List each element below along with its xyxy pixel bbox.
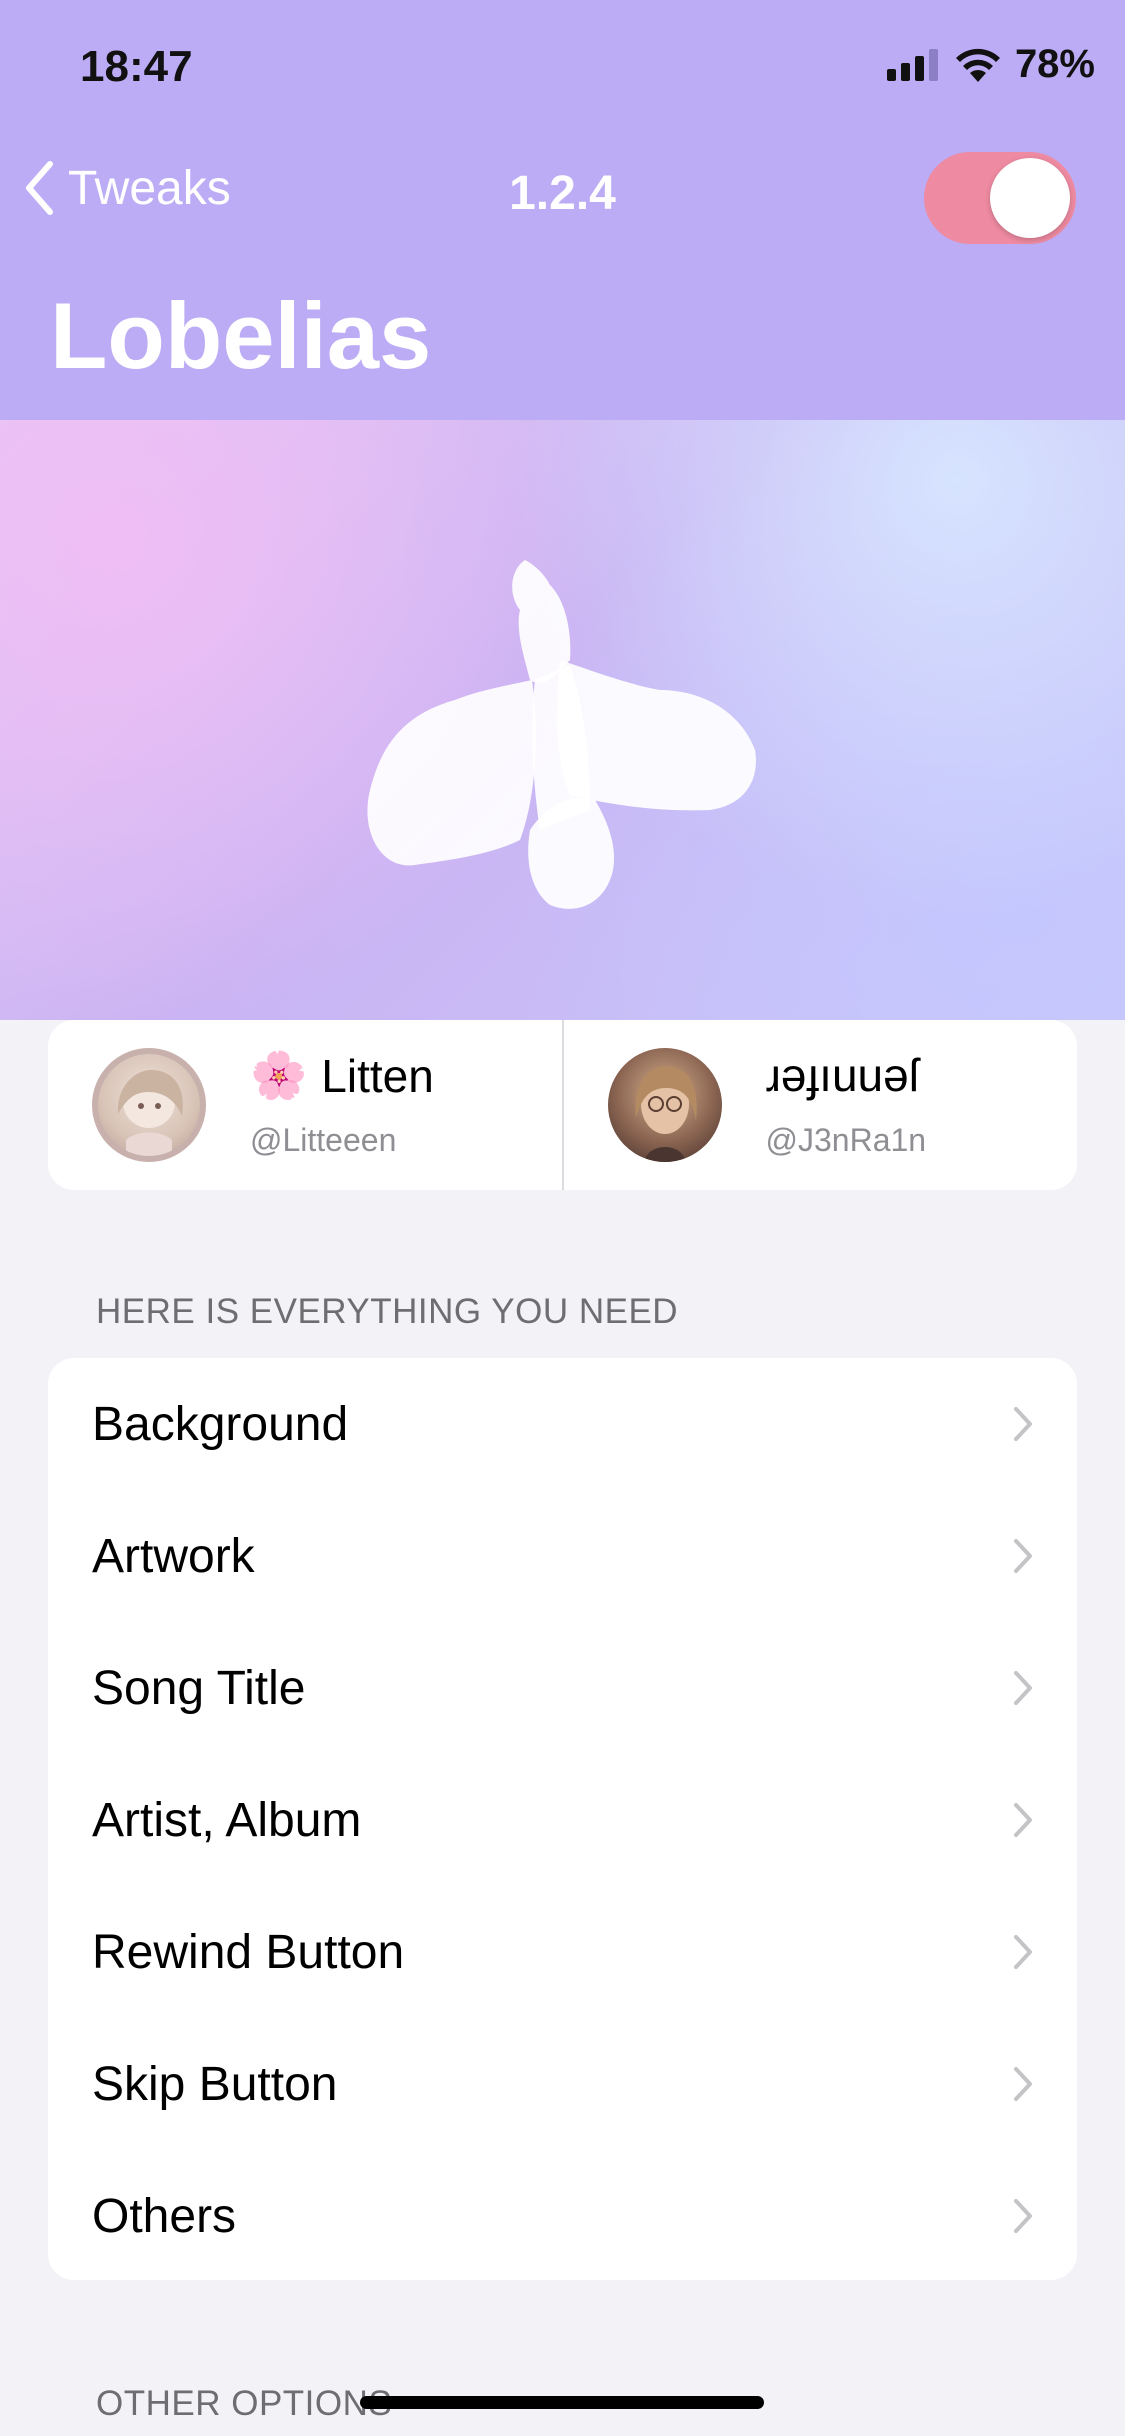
credit-name-text: Litten: [321, 1049, 434, 1102]
home-indicator: [360, 2396, 764, 2409]
header: 18:47 78% Tweaks 1.2.4 Lobelias: [0, 0, 1125, 420]
page-title: Lobelias: [50, 283, 432, 388]
chevron-right-icon: [1014, 2199, 1032, 2233]
row-artist-album[interactable]: Artist, Album: [48, 1754, 1077, 1886]
row-background[interactable]: Background: [48, 1358, 1077, 1490]
row-others[interactable]: Others: [48, 2150, 1077, 2282]
wifi-icon: [955, 48, 1000, 82]
avatar: [607, 1048, 722, 1162]
row-skip-button[interactable]: Skip Button: [48, 2018, 1077, 2150]
status-time: 18:47: [80, 42, 193, 91]
row-label: Artwork: [92, 1529, 255, 1583]
avatar-photo: [634, 1066, 697, 1162]
row-artwork[interactable]: Artwork: [48, 1490, 1077, 1622]
row-label: Background: [92, 1397, 349, 1451]
chevron-right-icon: [1014, 1539, 1032, 1573]
credit-handle: @J3nRa1n: [765, 1122, 927, 1158]
credit-handle: @Litteeen: [250, 1122, 397, 1158]
section-header-other: OTHER OPTIONS: [96, 2384, 393, 2423]
row-label: Song Title: [92, 1661, 306, 1715]
lobelia-flower-icon: [367, 560, 756, 909]
row-rewind-button[interactable]: Rewind Button: [48, 1886, 1077, 2018]
avatar: [92, 1048, 206, 1162]
credit-name: ɹǝɟıuuǝſ: [766, 1048, 919, 1102]
chevron-right-icon: [1014, 1671, 1032, 1705]
credit-name-text: ɹǝɟıuuǝſ: [765, 1049, 919, 1101]
status-icons: 78%: [886, 42, 1095, 87]
banner: [0, 420, 1125, 1020]
toggle-knob: [990, 158, 1070, 238]
avatar-illustration: [117, 1069, 183, 1156]
row-label: Others: [92, 2189, 237, 2243]
chevron-right-icon: [1014, 1803, 1032, 1837]
row-song-title[interactable]: Song Title: [48, 1622, 1077, 1754]
cellular-signal-icon: [886, 48, 938, 81]
chevron-right-icon: [1014, 1407, 1032, 1441]
section-header-main: HERE IS EVERYTHING YOU NEED: [96, 1292, 679, 1331]
chevron-right-icon: [1014, 1935, 1032, 1969]
row-label: Skip Button: [92, 2057, 338, 2111]
row-label: Rewind Button: [92, 1925, 405, 1979]
chevron-right-icon: [1014, 2067, 1032, 2101]
options-list: Background Artwork Song Title Artist, Al…: [48, 1358, 1077, 2280]
credit-j3nra1n[interactable]: ɹǝɟıuuǝſ @J3nRa1n: [561, 1020, 1078, 1190]
battery-percentage: 78%: [1014, 42, 1095, 86]
flower-emoji: 🌸: [250, 1049, 308, 1101]
credit-litten[interactable]: 🌸 Litten @Litteeen: [48, 1020, 562, 1190]
credits-card: 🌸 Litten @Litteeen ɹǝɟıuuǝſ @J3nRa1n: [48, 1020, 1077, 1190]
row-label: Artist, Album: [92, 1793, 362, 1847]
credit-name: 🌸 Litten: [250, 1048, 434, 1103]
enable-toggle[interactable]: [924, 152, 1076, 244]
